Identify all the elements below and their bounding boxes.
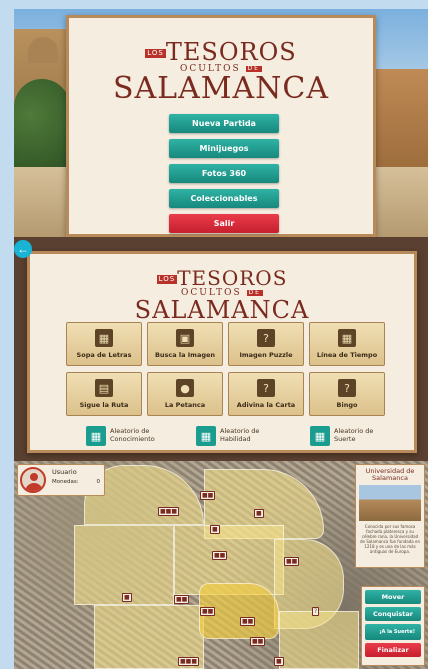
petanque-icon: ● <box>176 379 194 397</box>
random-label: Aleatorio de Suerte <box>334 427 374 443</box>
new-game-button[interactable]: Nueva Partida <box>169 114 279 133</box>
minigame-card-imagen-puzzle[interactable]: ? Imagen Puzzle <box>228 322 304 366</box>
puzzle-icon: ? <box>257 329 275 347</box>
random-icon: ▦ <box>86 426 106 446</box>
random-luck-button[interactable]: ▦ Aleatorio de Suerte <box>310 426 392 446</box>
map-marker-icon[interactable]: ? <box>312 607 320 616</box>
game-logo: LOSTESOROS OCULTOS DE SALAMANCA <box>69 40 373 104</box>
minigame-grid: ▦ Sopa de Letras ▣ Busca la Imagen ? Imagen… <box>66 322 396 416</box>
minigame-label: Sigue la Ruta <box>79 401 129 409</box>
user-panel: Usuario Monedas: 0 <box>17 464 105 496</box>
location-info-panel: Universidad de Salamanca Conocida por su… <box>355 464 425 568</box>
map-marker-icon[interactable]: ■■ <box>284 557 300 566</box>
minigame-label: Busca la Imagen <box>154 351 216 359</box>
map-screen: ■■■ ■■ ■ ■ ■■ ■■ ■ ■■ ■■ ■■ ■■ ? ■■■ ■ U… <box>14 461 428 669</box>
collectibles-button[interactable]: Coleccionables <box>169 189 279 208</box>
image-icon: ▣ <box>176 329 194 347</box>
random-knowledge-button[interactable]: ▦ Aleatorio de Conocimiento <box>86 426 168 446</box>
card-icon: ? <box>257 379 275 397</box>
minigame-card-busca-la-imagen[interactable]: ▣ Busca la Imagen <box>147 322 223 366</box>
map-marker-icon[interactable]: ■ <box>210 525 220 534</box>
action-panel: Mover Conquistar ¡A la Suerte! Finalizar <box>361 586 425 666</box>
minigame-label: Bingo <box>336 401 358 409</box>
random-icon: ▦ <box>310 426 330 446</box>
minigame-label: Línea de Tiempo <box>316 351 378 359</box>
map-marker-icon[interactable]: ■ <box>122 593 132 602</box>
random-label: Aleatorio de Conocimiento <box>110 427 155 443</box>
main-menu-screen: LOSTESOROS OCULTOS DE SALAMANCA Nueva Pa… <box>14 9 428 237</box>
map-marker-icon[interactable]: ■■ <box>174 595 190 604</box>
map-marker-icon[interactable]: ■■ <box>200 607 216 616</box>
photos-360-button[interactable]: Fotos 360 <box>169 164 279 183</box>
logo-tesoros: TESOROS <box>177 266 288 290</box>
minigames-screen: ← LOS TESOROS OCULTOS DE SALAMANCA ▦ Sopa … <box>14 237 428 461</box>
minigame-label: Adivina la Carta <box>236 401 296 409</box>
conquer-button[interactable]: Conquistar <box>365 607 421 621</box>
map-marker-icon[interactable]: ■■ <box>212 551 228 560</box>
map-marker-icon[interactable]: ■ <box>254 509 264 518</box>
location-photo <box>359 485 421 522</box>
game-logo: LOSTESOROS OCULTOS DE SALAMANCA <box>30 268 414 322</box>
location-title: Universidad de Salamanca <box>365 467 415 483</box>
map-marker-icon[interactable]: ■■ <box>200 491 216 500</box>
minigame-label: Sopa de Letras <box>76 351 132 359</box>
main-menu-panel: LOSTESOROS OCULTOS DE SALAMANCA Nueva Pa… <box>66 15 376 237</box>
logo-salamanca: SALAMANCA <box>134 296 310 324</box>
minigame-card-bingo[interactable]: ? Bingo <box>309 372 385 416</box>
logo-tesoros: TESOROS <box>165 38 297 66</box>
random-label: Aleatorio de Habilidad <box>220 427 260 443</box>
user-stat-value: 0 <box>96 479 101 485</box>
finish-button[interactable]: Finalizar <box>365 643 421 657</box>
map-marker-icon[interactable]: ■■ <box>240 617 256 626</box>
map-marker-icon[interactable]: ■ <box>274 657 284 666</box>
grid-icon: ▦ <box>95 329 113 347</box>
minigame-label: La Petanca <box>164 401 206 409</box>
minigame-card-sigue-la-ruta[interactable]: ▤ Sigue la Ruta <box>66 372 142 416</box>
location-description: Conocida por sus famosa fachada plateres… <box>359 524 421 555</box>
user-stat-label: Monedas: <box>52 479 79 485</box>
bingo-icon: ? <box>338 379 356 397</box>
logo-los: LOS <box>156 275 178 284</box>
logo-de: DE <box>246 288 263 296</box>
minigame-card-adivina-la-carta[interactable]: ? Adivina la Carta <box>228 372 304 416</box>
minigames-panel: LOS TESOROS OCULTOS DE SALAMANCA ▦ Sopa de… <box>27 251 417 453</box>
timeline-icon: ▦ <box>338 329 356 347</box>
move-button[interactable]: Mover <box>365 590 421 604</box>
map-zone[interactable] <box>279 611 359 669</box>
logo-salamanca: SALAMANCA <box>112 71 330 106</box>
main-menu: Nueva Partida Minijuegos Fotos 360 Colec… <box>169 114 279 237</box>
minigames-button[interactable]: Minijuegos <box>169 139 279 158</box>
user-name: Usuario <box>52 468 77 476</box>
random-icon: ▦ <box>196 426 216 446</box>
building-background <box>374 69 428 179</box>
map-marker-icon[interactable]: ■■■ <box>158 507 180 516</box>
exit-button[interactable]: Salir <box>169 214 279 233</box>
trees-background <box>14 79 70 169</box>
route-icon: ▤ <box>95 379 113 397</box>
logo-los: LOS <box>145 49 166 58</box>
user-stat-row: Monedas: 0 <box>52 479 102 485</box>
arrow-left-icon[interactable]: ← <box>14 240 32 258</box>
minigame-card-linea-de-tiempo[interactable]: ▦ Línea de Tiempo <box>309 322 385 366</box>
avatar[interactable] <box>20 467 46 493</box>
minigame-card-la-petanca[interactable]: ● La Petanca <box>147 372 223 416</box>
minigame-label: Imagen Puzzle <box>239 351 293 359</box>
random-skill-button[interactable]: ▦ Aleatorio de Habilidad <box>196 426 278 446</box>
minigame-card-sopa-de-letras[interactable]: ▦ Sopa de Letras <box>66 322 142 366</box>
map-marker-icon[interactable]: ■■ <box>250 637 266 646</box>
map-marker-icon[interactable]: ■■■ <box>178 657 200 666</box>
luck-button[interactable]: ¡A la Suerte! <box>365 624 421 640</box>
